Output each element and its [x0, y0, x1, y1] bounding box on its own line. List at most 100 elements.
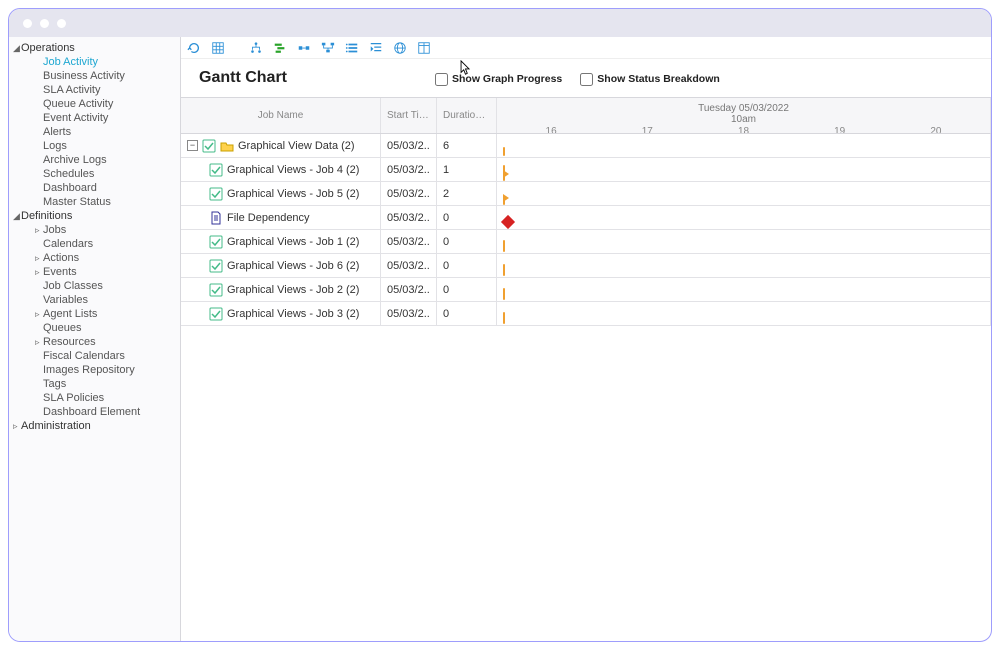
sidebar-item-job-activity[interactable]: Job Activity: [9, 55, 180, 69]
job-check-icon: [209, 259, 223, 273]
window-titlebar: [9, 9, 991, 37]
row-name: Graphical Views - Job 1 (2): [227, 236, 359, 248]
timeline-tick: 20: [930, 126, 941, 133]
sidebar-item-sla-policies[interactable]: SLA Policies: [9, 391, 180, 405]
row-start: 05/03/2..: [381, 158, 437, 181]
milestone-icon: [501, 215, 515, 229]
sidebar-item-sla-activity[interactable]: SLA Activity: [9, 83, 180, 97]
row-start: 05/03/2..: [381, 182, 437, 205]
row-dur: 0: [437, 302, 497, 325]
sidebar-item-schedules[interactable]: Schedules: [9, 167, 180, 181]
gantt-row[interactable]: File Dependency 05/03/2.. 0: [181, 206, 991, 230]
sidebar-item-tags[interactable]: Tags: [9, 377, 180, 391]
flow-icon[interactable]: [321, 41, 335, 55]
grid-icon[interactable]: [211, 41, 225, 55]
row-dur: 1: [437, 158, 497, 181]
table-icon[interactable]: [417, 41, 431, 55]
hierarchy-icon[interactable]: [249, 41, 263, 55]
list-icon[interactable]: [345, 41, 359, 55]
row-name: Graphical Views - Job 6 (2): [227, 260, 359, 272]
job-check-icon: [209, 163, 223, 177]
sidebar-item-archive-logs[interactable]: Archive Logs: [9, 153, 180, 167]
sidebar-item-queue-activity[interactable]: Queue Activity: [9, 97, 180, 111]
sidebar-item-jobs[interactable]: ▹Jobs: [9, 223, 180, 237]
timeline-tick: 17: [642, 126, 653, 133]
gantt-row[interactable]: − Graphical View Data (2) 05/03/2.. 6: [181, 134, 991, 158]
file-icon: [209, 211, 223, 225]
sidebar-item-calendars[interactable]: Calendars: [9, 237, 180, 251]
checkbox-label: Show Status Breakdown: [597, 73, 720, 85]
grid-header: Job Name Start Time Duration (Min Tuesda…: [181, 98, 991, 134]
sidebar-item-resources[interactable]: ▹Resources: [9, 335, 180, 349]
show-graph-progress-checkbox[interactable]: Show Graph Progress: [435, 73, 562, 86]
sidebar-item-logs[interactable]: Logs: [9, 139, 180, 153]
timeline-tick: 18: [738, 126, 749, 133]
sidebar-section-label: Operations: [21, 42, 75, 54]
row-dur: 0: [437, 254, 497, 277]
job-check-icon: [202, 139, 216, 153]
sidebar-item-queues[interactable]: Queues: [9, 321, 180, 335]
job-check-icon: [209, 187, 223, 201]
content-area: Gantt Chart Show Graph Progress Show Sta…: [181, 59, 991, 641]
sidebar-item-label: Events: [43, 266, 77, 278]
globe-icon[interactable]: [393, 41, 407, 55]
sidebar-item-dashboard[interactable]: Dashboard: [9, 181, 180, 195]
gantt-row[interactable]: Graphical Views - Job 3 (2) 05/03/2.. 0: [181, 302, 991, 326]
timeline-tick: 16: [546, 126, 557, 133]
gantt-row[interactable]: Graphical Views - Job 1 (2) 05/03/2.. 0: [181, 230, 991, 254]
window-dot[interactable]: [23, 19, 32, 28]
sidebar-section-operations[interactable]: ◢Operations: [9, 41, 180, 55]
sidebar-section-label: Definitions: [21, 210, 72, 222]
sidebar-item-images-repository[interactable]: Images Repository: [9, 363, 180, 377]
page-title: Gantt Chart: [191, 65, 287, 93]
sidebar-item-label: Jobs: [43, 224, 66, 236]
row-start: 05/03/2..: [381, 134, 437, 157]
row-start: 05/03/2..: [381, 254, 437, 277]
folder-icon: [220, 139, 234, 153]
sidebar-section-label: Administration: [21, 420, 91, 432]
sidebar-section-administration[interactable]: ▹Administration: [9, 419, 180, 433]
col-header-start[interactable]: Start Time: [381, 98, 437, 133]
sidebar-item-variables[interactable]: Variables: [9, 293, 180, 307]
sidebar-item-actions[interactable]: ▹Actions: [9, 251, 180, 265]
sidebar-item-job-classes[interactable]: Job Classes: [9, 279, 180, 293]
sidebar-item-business-activity[interactable]: Business Activity: [9, 69, 180, 83]
gantt-row[interactable]: Graphical Views - Job 4 (2) 05/03/2.. 1: [181, 158, 991, 182]
row-dur: 6: [437, 134, 497, 157]
sidebar-item-events[interactable]: ▹Events: [9, 265, 180, 279]
timeline-hour-label: 10am: [503, 114, 984, 125]
window-frame: ◢Operations Job Activity Business Activi…: [8, 8, 992, 642]
gantt-grid: Job Name Start Time Duration (Min Tuesda…: [181, 97, 991, 326]
row-dur: 2: [437, 182, 497, 205]
refresh-icon[interactable]: [187, 41, 201, 55]
show-status-breakdown-checkbox[interactable]: Show Status Breakdown: [580, 73, 720, 86]
gantt-row[interactable]: Graphical Views - Job 6 (2) 05/03/2.. 0: [181, 254, 991, 278]
row-start: 05/03/2..: [381, 302, 437, 325]
sidebar-item-dashboard-element[interactable]: Dashboard Element: [9, 405, 180, 419]
chart-options: Show Graph Progress Show Status Breakdow…: [435, 73, 720, 86]
sidebar-item-master-status[interactable]: Master Status: [9, 195, 180, 209]
row-dur: 0: [437, 278, 497, 301]
gantt-row[interactable]: Graphical Views - Job 5 (2) 05/03/2.. 2: [181, 182, 991, 206]
sidebar-item-label: Resources: [43, 336, 96, 348]
window-dot[interactable]: [57, 19, 66, 28]
sidebar-item-event-activity[interactable]: Event Activity: [9, 111, 180, 125]
col-header-timeline: Tuesday 05/03/2022 10am 16 17 18 19 20: [497, 98, 991, 133]
indent-icon[interactable]: [369, 41, 383, 55]
sidebar-item-alerts[interactable]: Alerts: [9, 125, 180, 139]
col-header-name[interactable]: Job Name: [181, 98, 381, 133]
nodes-icon[interactable]: [297, 41, 311, 55]
gantt-row[interactable]: Graphical Views - Job 2 (2) 05/03/2.. 0: [181, 278, 991, 302]
window-dot[interactable]: [40, 19, 49, 28]
checkbox-label: Show Graph Progress: [452, 73, 562, 85]
sidebar-section-definitions[interactable]: ◢Definitions: [9, 209, 180, 223]
sidebar-item-fiscal-calendars[interactable]: Fiscal Calendars: [9, 349, 180, 363]
collapse-icon[interactable]: −: [187, 140, 198, 151]
row-dur: 0: [437, 230, 497, 253]
row-name: Graphical Views - Job 3 (2): [227, 308, 359, 320]
toolbar: [181, 37, 991, 59]
row-name: Graphical Views - Job 5 (2): [227, 188, 359, 200]
gantt-icon[interactable]: [273, 41, 287, 55]
col-header-dur[interactable]: Duration (Min: [437, 98, 497, 133]
sidebar-item-agent-lists[interactable]: ▹Agent Lists: [9, 307, 180, 321]
